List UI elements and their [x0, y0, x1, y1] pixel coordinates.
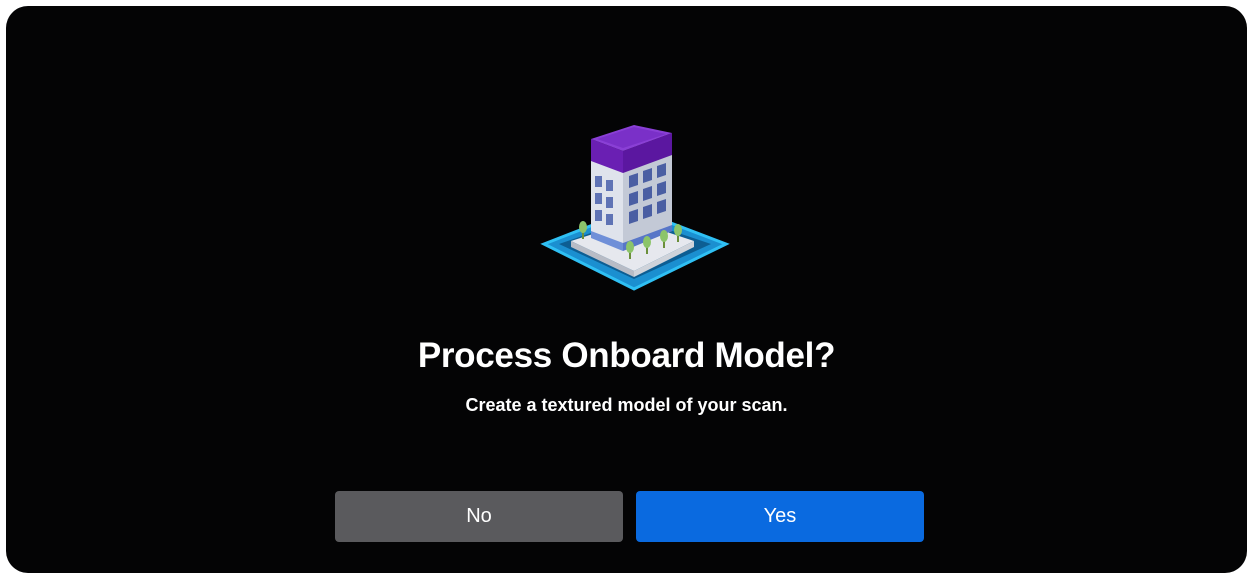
- building-model-icon: [540, 125, 730, 291]
- dialog-subtitle: Create a textured model of your scan.: [465, 395, 788, 415]
- no-button[interactable]: No: [335, 491, 623, 542]
- yes-button-label: Yes: [763, 505, 797, 527]
- onboard-model-dialog: Process Onboard Model? Create a textured…: [6, 6, 1247, 573]
- no-button-label: No: [466, 505, 492, 527]
- yes-button[interactable]: Yes: [636, 491, 924, 542]
- dialog-title: Process Onboard Model?: [417, 336, 836, 375]
